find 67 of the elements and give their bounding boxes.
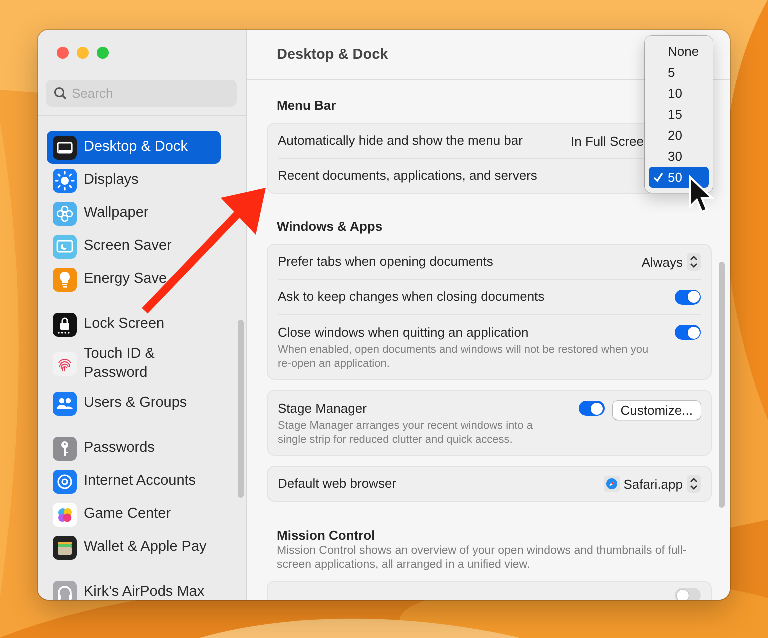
sidebar-item[interactable]: Touch ID & Password <box>47 341 221 387</box>
flower-icon <box>53 202 77 226</box>
sidebar-item[interactable]: Lock Screen <box>47 308 221 341</box>
value-popup[interactable]: Always <box>642 254 683 270</box>
value-popup[interactable]: Safari.app <box>624 476 683 492</box>
sidebar-item[interactable]: Displays <box>47 164 221 197</box>
at-sign-icon <box>53 470 77 494</box>
section-heading: Windows & Apps <box>276 219 384 235</box>
sidebar-item[interactable]: Passwords <box>47 432 221 465</box>
checkmark-icon <box>653 172 664 183</box>
stepper-icon[interactable] <box>687 253 701 271</box>
pane-title: Desktop & Dock <box>277 46 388 62</box>
sidebar-item[interactable]: Screen Saver <box>47 230 221 263</box>
setting-label: Recent documents, applications, and servers <box>278 168 538 184</box>
section-heading: Menu Bar <box>276 98 338 114</box>
setting-label: Automatically hide and show the menu bar <box>278 133 523 149</box>
search-field[interactable]: Search <box>46 80 237 107</box>
sidebar-item[interactable]: Kirk’s AirPods Max <box>47 576 221 600</box>
headphones-icon <box>53 580 77 600</box>
customize-button[interactable]: Customize... <box>612 401 701 420</box>
menu-option[interactable]: 15 <box>649 104 709 125</box>
menu-option[interactable]: 50 <box>649 167 709 188</box>
menu-option[interactable]: 20 <box>649 125 709 146</box>
sidebar-item[interactable]: Desktop & Dock <box>47 131 221 164</box>
zoom-button[interactable] <box>97 47 109 59</box>
key-icon <box>53 436 77 460</box>
minimize-button[interactable] <box>77 47 89 59</box>
sidebar-item[interactable]: Game Center <box>47 498 221 531</box>
setting-label: Prefer tabs when opening documents <box>278 254 494 270</box>
fingerprint-icon <box>53 352 77 376</box>
menu-option[interactable]: 10 <box>649 83 709 104</box>
sidebar-item[interactable]: Internet Accounts <box>47 465 221 498</box>
menu-option[interactable]: None <box>649 41 709 62</box>
value-popup[interactable]: In Full Scree <box>571 134 644 148</box>
sidebar-item[interactable]: Wallet & Apple Pay <box>47 531 221 564</box>
menu-option[interactable]: 30 <box>649 146 709 167</box>
sidebar-item[interactable]: Wallpaper <box>47 197 221 230</box>
people-icon <box>53 392 77 416</box>
setting-label: Default web browser <box>278 476 396 492</box>
setting-label: Close windows when quitting an application <box>278 325 529 341</box>
scrollbar[interactable] <box>719 262 725 508</box>
sun-icon <box>53 168 77 192</box>
toggle-switch[interactable] <box>675 290 701 304</box>
section-heading: Mission Control <box>276 528 376 544</box>
sidebar-item[interactable]: Energy Save <box>47 263 221 296</box>
bubbles-icon <box>53 502 77 526</box>
sidebar-item[interactable]: Users & Groups <box>47 387 221 420</box>
mouse-cursor-icon <box>689 175 714 214</box>
section-description: Mission Control shows an overview of your open windows and thumbnails of full-screen applications, all arranged in a unified view. <box>276 544 688 572</box>
setting-description: When enabled, open documents and windows will not be restored when you re-open an application. <box>278 343 650 371</box>
stepper-icon[interactable] <box>687 475 701 493</box>
toggle-switch[interactable] <box>578 401 605 416</box>
wallet-icon <box>53 536 77 560</box>
menu-option[interactable]: 5 <box>649 62 709 83</box>
compass-icon <box>604 476 620 492</box>
toggle-switch[interactable] <box>675 588 701 600</box>
setting-label: Stage Manager <box>278 401 367 417</box>
window-icon <box>53 136 77 160</box>
setting-label: Ask to keep changes when closing documents <box>278 289 545 305</box>
close-button[interactable] <box>57 47 69 59</box>
scrollbar[interactable] <box>238 320 244 498</box>
moon-icon <box>53 234 77 258</box>
setting-description: Stage Manager arranges your recent windows into a single strip for reduced clutter and quick access. <box>278 419 534 447</box>
toggle-switch[interactable] <box>675 325 701 340</box>
lock-icon <box>53 312 77 336</box>
search-icon <box>54 87 67 100</box>
lightbulb-icon <box>53 268 77 292</box>
